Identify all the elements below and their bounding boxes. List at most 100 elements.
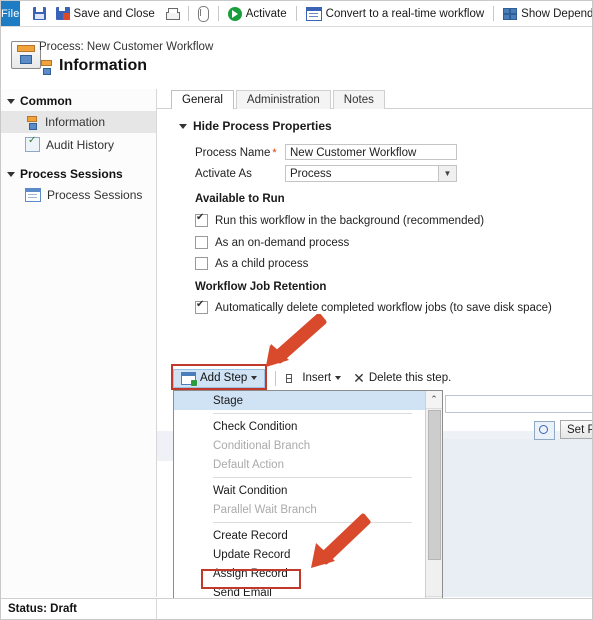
scroll-up-arrow-icon[interactable]: ⌃ <box>426 391 442 409</box>
information-icon <box>25 115 39 130</box>
checkbox-on-demand[interactable] <box>195 236 208 249</box>
menu-item-check-condition-label: Check Condition <box>213 420 298 433</box>
print-icon <box>165 7 180 20</box>
set-properties-button[interactable]: Set Pr <box>560 420 592 439</box>
checkbox-on-demand-label: As an on-demand process <box>215 236 350 249</box>
lookup-search-icon[interactable] <box>534 421 555 440</box>
menu-item-update-record[interactable]: Update Record <box>174 545 426 564</box>
convert-workflow-button[interactable]: Convert to a real-time workflow <box>301 1 490 26</box>
convert-workflow-icon <box>305 6 322 21</box>
background-text-input[interactable] <box>445 395 592 413</box>
information-icon <box>39 60 53 75</box>
sidebar-item-audit-history-label: Audit History <box>46 137 115 152</box>
delete-step-button[interactable]: ✕ Delete this step. <box>353 371 451 385</box>
menu-item-conditional-branch-label: Conditional Branch <box>213 439 311 452</box>
activate-as-label: Activate As <box>195 168 252 180</box>
highlight-box-add-step <box>171 364 267 390</box>
delete-step-label: Delete this step. <box>368 372 452 384</box>
checkbox-child-process-label: As a child process <box>215 257 309 270</box>
tab-bar: General Administration Notes <box>171 89 387 109</box>
scrollbar-thumb[interactable] <box>428 410 441 560</box>
menu-item-create-record-label: Create Record <box>213 529 288 542</box>
tab-notes-label: Notes <box>343 94 374 106</box>
checkbox-row-run-background[interactable]: Run this workflow in the background (rec… <box>195 212 485 227</box>
close-icon: ✕ <box>353 370 365 386</box>
activate-button[interactable]: Activate <box>223 1 292 26</box>
toolbar-divider <box>275 370 277 386</box>
process-name-row: Process Name * <box>195 147 277 159</box>
sidebar-item-process-sessions-label: Process Sessions <box>47 188 143 202</box>
breadcrumb: Process: New Customer Workflow <box>39 41 214 53</box>
highlight-box-send-email <box>201 569 301 589</box>
checkbox-run-background-label: Run this workflow in the background (rec… <box>215 214 485 227</box>
tab-general[interactable]: General <box>171 90 234 109</box>
page-title: Information <box>59 57 147 74</box>
checkbox-row-auto-delete[interactable]: Automatically delete completed workflow … <box>195 299 552 314</box>
hide-process-properties-label: Hide Process Properties <box>193 119 332 133</box>
background-panel-band <box>441 439 592 597</box>
hide-process-properties-toggle[interactable]: Hide Process Properties <box>179 119 332 133</box>
save-and-close-icon <box>55 7 70 20</box>
sidebar-group-common[interactable]: Common <box>1 89 156 111</box>
sidebar: Common Information Audit History Process… <box>1 89 157 597</box>
toolbar-divider <box>187 6 189 21</box>
menu-item-conditional-branch: Conditional Branch <box>174 436 426 455</box>
print-button[interactable] <box>160 1 184 26</box>
process-sessions-icon <box>25 188 41 202</box>
chevron-down-icon <box>335 376 342 380</box>
sidebar-item-information[interactable]: Information <box>1 111 156 133</box>
activate-as-row: Activate As <box>195 168 252 180</box>
dropdown-scrollbar[interactable]: ⌃ ⌄ <box>425 391 442 614</box>
menu-item-check-condition[interactable]: Check Condition <box>174 417 426 436</box>
tab-notes[interactable]: Notes <box>332 90 385 109</box>
menu-separator <box>213 477 412 478</box>
set-properties-label: Set Pr <box>567 423 592 436</box>
application-window: File Save and Close Activate Convert to … <box>0 0 593 620</box>
sidebar-group-common-label: Common <box>20 94 72 108</box>
menu-item-wait-condition-label: Wait Condition <box>213 484 288 497</box>
activate-as-select[interactable]: Process ▼ <box>285 165 457 182</box>
menu-item-default-action: Default Action <box>174 455 426 474</box>
sidebar-item-audit-history[interactable]: Audit History <box>1 133 156 156</box>
chevron-down-icon <box>7 98 15 104</box>
save-and-close-button[interactable]: Save and Close <box>51 1 160 26</box>
toolbar-divider <box>295 6 297 21</box>
checkbox-auto-delete[interactable] <box>195 299 208 314</box>
required-asterisk: * <box>272 147 277 159</box>
available-to-run-heading: Available to Run <box>195 193 285 205</box>
checkbox-row-child-process[interactable]: As a child process <box>195 257 308 270</box>
menu-item-wait-condition[interactable]: Wait Condition <box>174 481 426 500</box>
checkbox-row-on-demand[interactable]: As an on-demand process <box>195 236 349 249</box>
menu-item-create-record[interactable]: Create Record <box>174 526 426 545</box>
save-and-close-label: Save and Close <box>73 7 155 20</box>
toolbar-divider <box>493 6 495 21</box>
file-tab[interactable]: File <box>1 1 20 26</box>
ribbon-commands: Save and Close Activate Convert to a rea… <box>20 1 592 26</box>
process-name-value: New Customer Workflow <box>290 147 417 159</box>
checkbox-auto-delete-label: Automatically delete completed workflow … <box>215 301 552 314</box>
checkbox-child-process[interactable] <box>195 257 208 270</box>
insert-icon <box>286 373 298 384</box>
menu-item-stage-label: Stage <box>213 394 244 407</box>
tab-administration-label: Administration <box>246 94 320 106</box>
sidebar-group-process-sessions[interactable]: Process Sessions <box>1 162 156 184</box>
menu-item-stage[interactable]: Stage <box>174 391 426 410</box>
attachment-button[interactable] <box>193 1 214 26</box>
menu-separator <box>213 413 412 414</box>
checkbox-run-background[interactable] <box>195 212 208 227</box>
process-name-input[interactable]: New Customer Workflow <box>285 144 457 160</box>
save-button[interactable] <box>28 1 51 26</box>
insert-button[interactable]: Insert <box>286 372 342 384</box>
tab-administration[interactable]: Administration <box>235 90 331 109</box>
audit-history-icon <box>25 135 40 152</box>
show-dependencies-button[interactable]: Show Dependencies <box>498 1 592 26</box>
tab-general-label: General <box>182 94 223 106</box>
ribbon-toolbar: File Save and Close Activate Convert to … <box>1 1 592 27</box>
menu-item-parallel-wait-branch: Parallel Wait Branch <box>174 500 426 519</box>
status-bar-divider <box>156 598 157 619</box>
process-name-label: Process Name <box>195 147 271 159</box>
sidebar-item-process-sessions[interactable]: Process Sessions <box>1 184 156 206</box>
file-tab-label: File <box>1 7 20 20</box>
save-icon <box>32 7 46 20</box>
chevron-down-icon[interactable]: ▼ <box>438 166 456 181</box>
